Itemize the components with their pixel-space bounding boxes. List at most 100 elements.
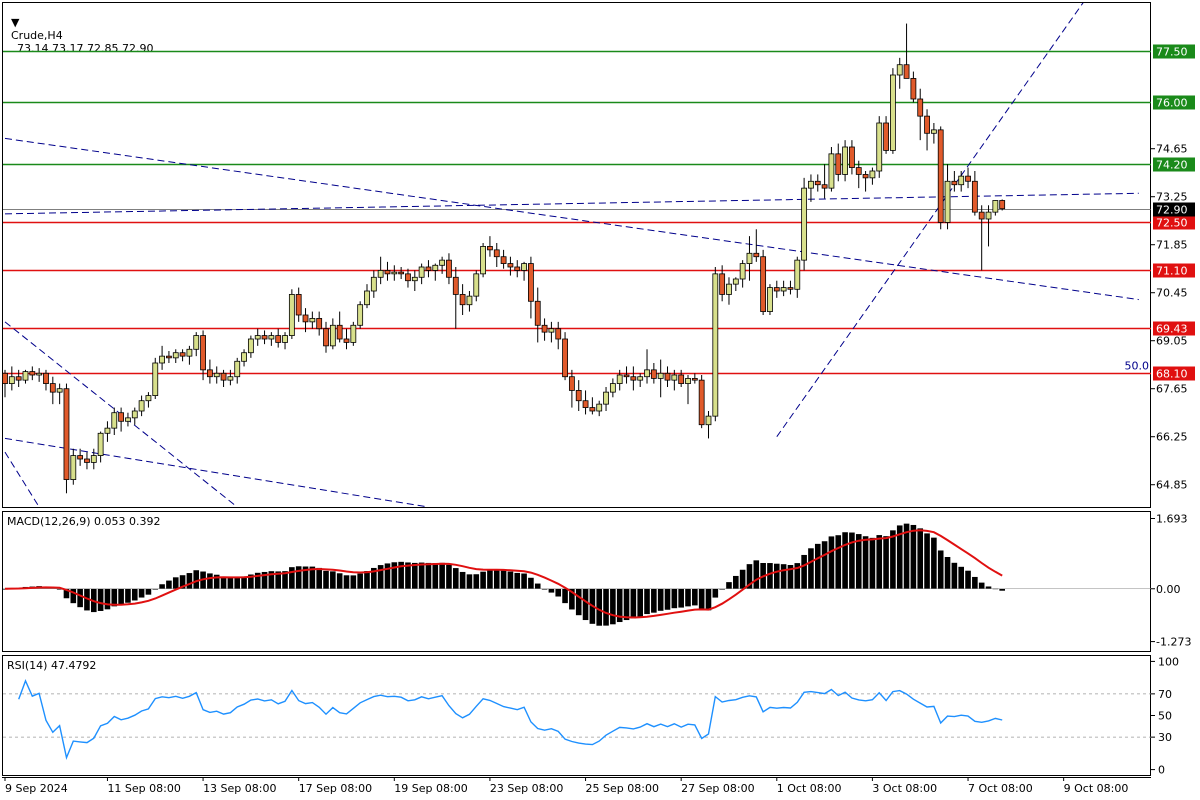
macd-bar [767,563,773,589]
bull-candle [288,294,295,336]
macd-bar [862,536,869,589]
bear-candle [507,263,514,268]
bear-candle [452,276,459,295]
macd-bar [644,588,650,615]
bull-candle [36,372,43,376]
bull-candle [350,324,357,343]
bull-candle [70,455,77,480]
bull-candle [794,259,801,290]
macd-bar [330,571,336,589]
macd-bar [562,588,568,604]
bear-candle [623,374,630,378]
macd-bar [418,562,425,589]
macd-bar [357,573,363,589]
macd-bar [582,588,589,621]
macd-bar [937,550,944,589]
bear-candle [63,388,70,480]
bear-candle [118,412,125,422]
macd-bar [924,533,930,589]
bear-candle [664,372,671,381]
rsi-pane-border [2,655,1151,776]
macd-bar [459,571,466,589]
bull-candle [152,362,159,396]
bull-candle [186,348,193,357]
macd-bar [432,563,439,589]
bear-candle [84,458,90,463]
time-tick-label: 9 Sep 2024 [5,782,68,795]
macd-bar [412,562,418,589]
bull-candle [616,374,623,384]
level-tag-label: 68.10 [1156,368,1188,381]
time-tick-label: 13 Sep 08:00 [203,782,276,795]
macd-bar [166,580,172,589]
macd-bar [118,588,124,605]
bull-candle [869,170,876,179]
time-tick-label: 19 Sep 08:00 [394,782,467,795]
price-tick-label: 71.85 [1156,239,1188,252]
macd-bar [637,588,643,617]
macd-bar [978,582,985,589]
macd-bar [234,577,241,589]
bear-candle [883,122,889,151]
bear-candle [49,383,56,393]
bull-candle [439,259,446,266]
time-tick-label: 11 Sep 08:00 [107,782,180,795]
bear-candle [753,252,760,258]
macd-bar [910,524,917,589]
bear-candle [910,78,917,100]
macd-bar [801,554,807,589]
bear-candle [760,256,767,312]
macd-bar [855,534,862,589]
bear-candle [316,318,323,330]
bull-candle [138,400,145,412]
bull-candle [944,180,951,223]
macd-bar [500,570,507,589]
macd-tick-label: -1.273 [1156,636,1191,649]
bull-candle [712,273,719,417]
time-tick-label: 17 Sep 08:00 [299,782,372,795]
bear-candle [493,249,500,258]
level-tag-label: 76.00 [1156,97,1188,110]
price-chart[interactable]: 77.50 76.00 74.20 72.50 71.10 69.43 68.10 50.0 7… [0,0,1200,800]
rsi-title: RSI(14) 47.4792 [7,659,96,672]
rsi-line [18,679,1003,761]
price-tick-label: 67.65 [1156,383,1188,396]
bull-candle [125,417,131,422]
bull-candle [739,263,746,280]
bear-candle [487,246,493,251]
current-price-tag: 72.90 [1156,204,1188,217]
bear-candle [384,270,391,275]
bear-candle [343,338,350,343]
macd-bar [289,567,295,589]
bear-candle [275,335,282,343]
macd-bar [712,588,719,598]
bull-candle [247,338,254,354]
bull-candle [90,455,97,463]
bull-candle [890,74,896,151]
bear-candle [568,376,575,391]
bear-candle [459,294,466,306]
macd-bar [733,575,739,589]
macd-bar [814,543,821,589]
trendline [4,451,40,507]
trendline [4,137,1139,301]
bear-candle [15,376,22,381]
macd-bar [507,571,514,589]
macd-bar [780,564,787,589]
macd-bar [657,588,664,611]
bear-candle [405,273,411,282]
bull-candle [213,372,220,378]
macd-bar [876,535,883,589]
level-tag-label: 72.50 [1156,217,1188,230]
bull-candle [521,263,527,271]
bear-candle [691,378,698,381]
macd-bar [692,588,698,606]
macd-bar [220,576,227,589]
macd-bar [145,588,152,595]
macd-bar [377,565,384,589]
bear-candle [220,372,227,381]
price-tick-label: 74.65 [1156,143,1188,156]
bear-candle [2,372,8,384]
rsi-tick-label: 70 [1158,688,1172,701]
macd-bar [446,564,452,589]
